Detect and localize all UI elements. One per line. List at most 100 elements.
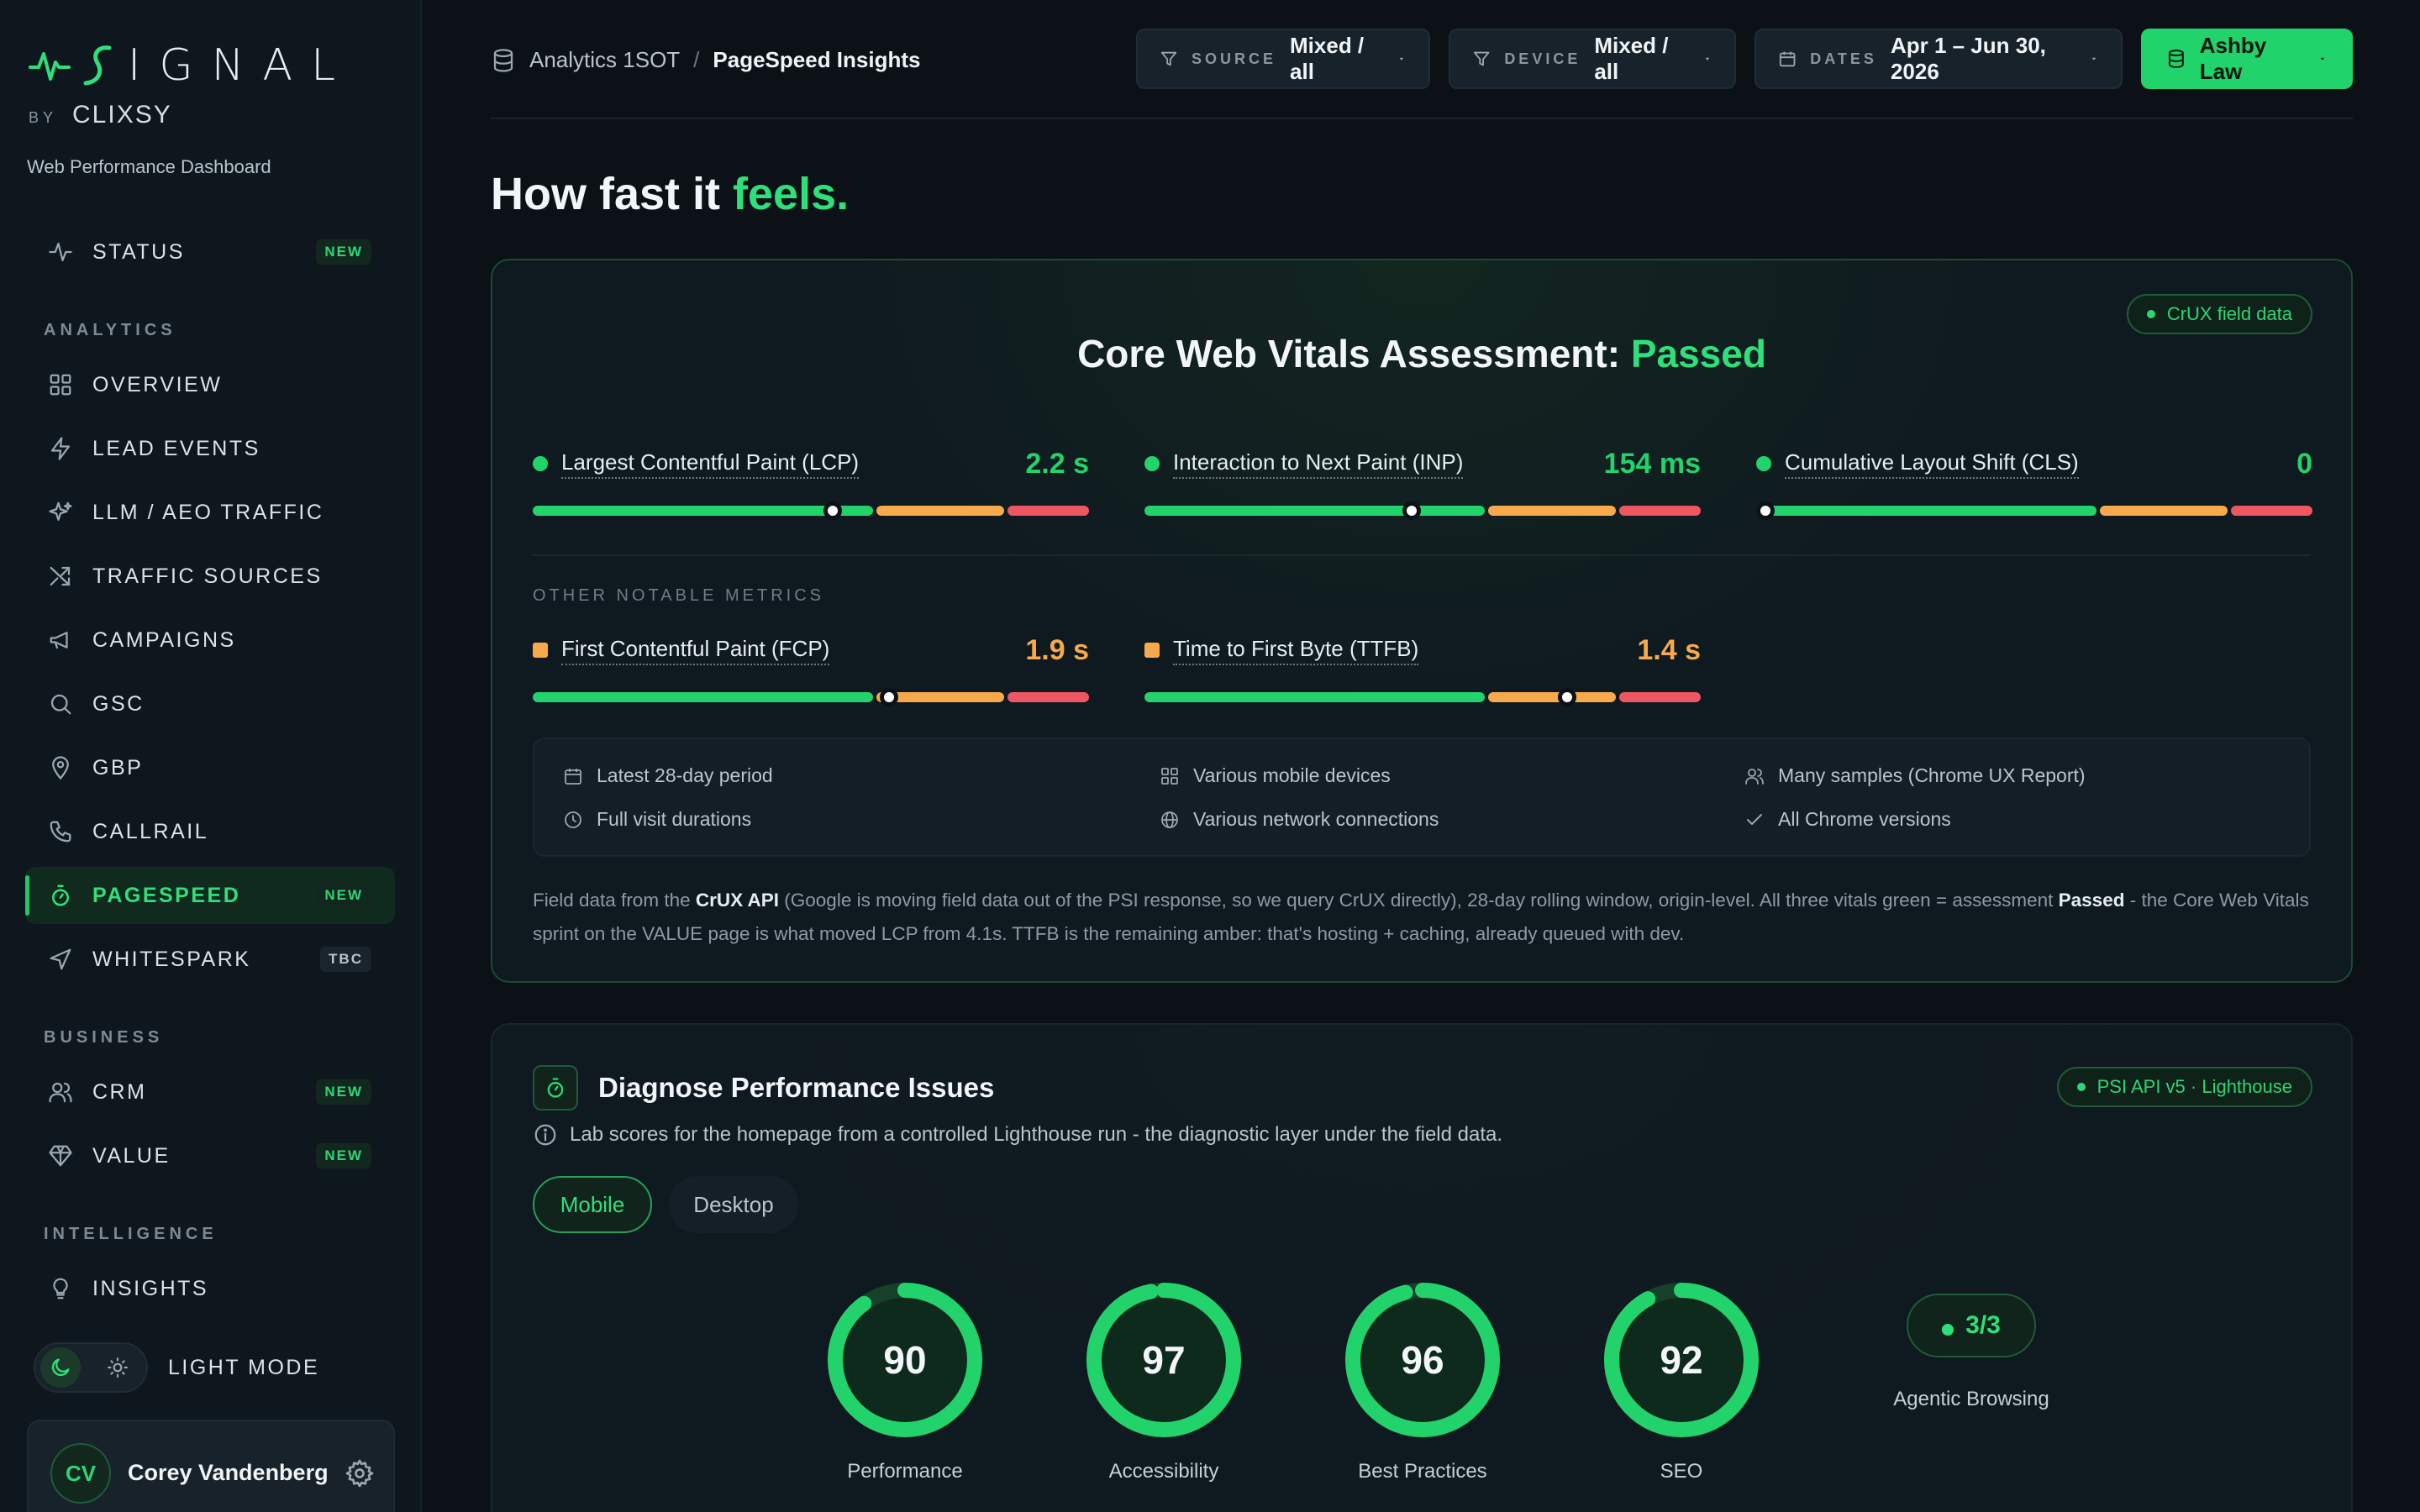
client-selector-button[interactable]: Ashby Law (2141, 29, 2353, 89)
cwv-status: Passed (1630, 332, 1766, 375)
sidebar-item-llm-traffic[interactable]: LLM / AEO TRAFFIC (25, 484, 395, 541)
theme-toggle[interactable] (34, 1342, 148, 1393)
metric-distribution-bar (1144, 501, 1701, 520)
shuffle-icon (47, 563, 74, 590)
stopwatch-icon (533, 1065, 578, 1110)
sidebar-item-pagespeed[interactable]: PAGESPEED NEW (25, 867, 395, 924)
metric-distribution-bar (1144, 688, 1701, 706)
sun-icon (97, 1347, 138, 1388)
tbc-badge: TBC (320, 947, 371, 972)
sidebar-item-campaigns[interactable]: CAMPAIGNS (25, 612, 395, 669)
agentic-score: 3/3 (1965, 1311, 2001, 1339)
database-icon (2168, 50, 2184, 68)
gear-icon[interactable] (345, 1458, 375, 1488)
info-network: Various network connections (1160, 808, 1439, 831)
brand-by: BY (29, 109, 58, 126)
sidebar-item-whitespark[interactable]: WHITESPARK TBC (25, 931, 395, 988)
sidebar-item-overview[interactable]: OVERVIEW (25, 356, 395, 413)
sidebar-item-gbp[interactable]: GBP (25, 739, 395, 796)
metric-name[interactable]: Cumulative Layout Shift (CLS) (1785, 449, 2079, 479)
bar-segment-good (1144, 692, 1486, 702)
sidebar-item-crm[interactable]: CRM NEW (25, 1063, 395, 1121)
sidebar-item-label: CALLRAIL (92, 819, 209, 843)
bar-segment-needs-improvement (2100, 506, 2228, 516)
psi-api-badge: PSI API v5 · Lighthouse (2056, 1067, 2312, 1107)
user-name: Corey Vandenberg (128, 1460, 329, 1485)
bar-segment-poor (1619, 506, 1701, 516)
database-icon (493, 48, 513, 72)
metric-name[interactable]: Largest Contentful Paint (LCP) (561, 449, 860, 479)
metric-header: Interaction to Next Paint (INP) 154 ms (1144, 447, 1701, 480)
score-value: 97 (1142, 1338, 1185, 1382)
sidebar-item-status[interactable]: STATUS NEW (25, 223, 395, 281)
metric-marker (1558, 688, 1577, 706)
lightbulb-icon (47, 1275, 74, 1302)
metric-name[interactable]: Time to First Byte (TTFB) (1173, 636, 1419, 665)
info-versions: All Chrome versions (1744, 808, 1951, 831)
search-icon (47, 690, 74, 717)
filter-icon (1473, 51, 1490, 66)
page-title: How fast it feels. (491, 168, 849, 220)
breadcrumb-parent[interactable]: Analytics 1SOT (529, 47, 680, 73)
nav-section-intelligence: INTELLIGENCE (44, 1225, 218, 1243)
badge-label: CrUX field data (2166, 303, 2292, 324)
caret-down-icon (1399, 57, 1404, 60)
bar-segment-poor (2231, 506, 2312, 516)
tab-mobile[interactable]: Mobile (533, 1176, 652, 1233)
sidebar-item-label: CAMPAIGNS (92, 627, 236, 652)
s-logo-icon (83, 45, 112, 86)
device-filter[interactable]: DEVICE Mixed / all (1449, 29, 1736, 89)
caret-down-icon (2320, 57, 2325, 60)
metric-header: First Contentful Paint (FCP) 1.9 s (533, 633, 1089, 667)
theme-switcher: LIGHT MODE (34, 1342, 319, 1393)
client-name: Ashby Law (2199, 33, 2267, 84)
metric-name[interactable]: Interaction to Next Paint (INP) (1173, 449, 1464, 479)
filter-icon (1160, 51, 1177, 66)
metric-value: 0 (2296, 447, 2312, 480)
diagnose-subtitle: Lab scores for the homepage from a contr… (533, 1122, 1502, 1147)
moon-icon (40, 1347, 81, 1388)
sidebar-item-insights[interactable]: INSIGHTS (25, 1260, 395, 1317)
filter-value: Mixed / all (1290, 33, 1365, 84)
source-filter[interactable]: SOURCE Mixed / all (1136, 29, 1430, 89)
check-icon (1747, 813, 1762, 825)
sidebar-item-callrail[interactable]: CALLRAIL (25, 803, 395, 860)
metric-status-dot (1144, 643, 1160, 658)
filter-key: DEVICE (1504, 50, 1581, 67)
new-badge: NEW (316, 1143, 371, 1168)
map-pin-icon (47, 754, 74, 781)
caret-down-icon (2091, 57, 2096, 60)
metric-marker (1402, 501, 1421, 520)
sidebar-item-label: VALUE (92, 1143, 171, 1168)
user-card[interactable]: CV Corey Vandenberg (27, 1420, 395, 1512)
pulse-logo-icon (29, 52, 71, 81)
brand-logo[interactable]: IGNAL BY CLIXSY (29, 44, 354, 129)
tab-desktop[interactable]: Desktop (669, 1176, 798, 1233)
metric-value: 1.9 s (1025, 633, 1089, 666)
metric-ttfb: Time to First Byte (TTFB) 1.4 s (1144, 633, 1701, 706)
score-ring: 96 (1345, 1283, 1500, 1437)
agentic-score-badge[interactable]: 3/3 (1907, 1294, 2036, 1357)
metric-distribution-bar (533, 501, 1089, 520)
sidebar-item-value[interactable]: VALUE NEW (25, 1127, 395, 1184)
status-dot (2076, 1083, 2086, 1091)
sparkle-icon (47, 499, 74, 526)
metric-name[interactable]: First Contentful Paint (FCP) (561, 636, 830, 665)
dates-filter[interactable]: DATES Apr 1 – Jun 30, 2026 (1754, 29, 2123, 89)
send-icon (47, 946, 74, 973)
metric-cls: Cumulative Layout Shift (CLS) 0 (1756, 447, 2312, 520)
sidebar-item-label: LEAD EVENTS (92, 436, 260, 460)
crux-info-box: Latest 28-day period Full visit duration… (533, 738, 2311, 857)
bar-segment-needs-improvement (876, 506, 1005, 516)
gauge-label: Performance (847, 1460, 963, 1483)
metric-marker (823, 501, 843, 520)
metric-status-dot (1144, 456, 1160, 471)
metric-status-dot (533, 643, 548, 658)
badge-label: PSI API v5 · Lighthouse (2096, 1076, 2292, 1097)
sidebar-item-label: GBP (92, 755, 144, 780)
bar-segment-good (533, 506, 874, 516)
sidebar-item-lead-events[interactable]: LEAD EVENTS (25, 420, 395, 477)
sidebar-item-traffic-sources[interactable]: TRAFFIC SOURCES (25, 548, 395, 605)
sidebar-item-gsc[interactable]: GSC (25, 675, 395, 732)
note-text: Field data from the (533, 890, 696, 911)
